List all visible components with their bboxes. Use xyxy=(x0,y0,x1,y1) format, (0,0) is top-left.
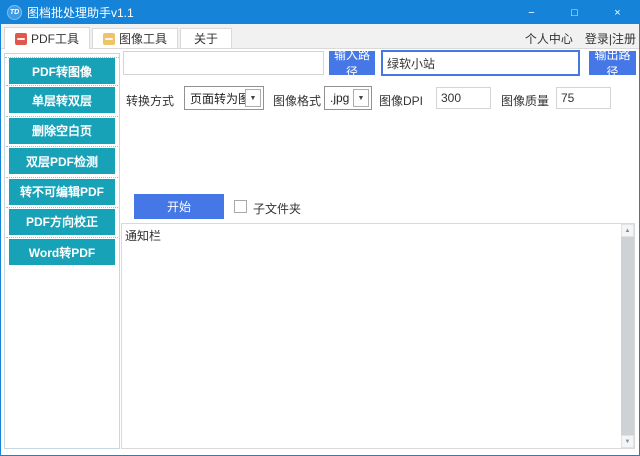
personal-center-link[interactable]: 个人中心 xyxy=(525,30,573,47)
chevron-down-icon: ▼ xyxy=(245,89,261,107)
window-title: 图档批处理助手v1.1 xyxy=(27,4,134,21)
sidebar-row: PDF方向校正 xyxy=(5,209,119,239)
sidebar-item-double-layer-pdf-detect[interactable]: 双层PDF检测 xyxy=(9,148,115,174)
login-register-link[interactable]: 登录|注册 xyxy=(585,30,636,47)
convert-mode-label: 转换方式 xyxy=(126,92,174,109)
sidebar-row: Word转PDF xyxy=(5,239,119,269)
tab-pdf-tools[interactable]: PDF工具 xyxy=(4,27,90,49)
window-controls: − □ × xyxy=(510,1,639,24)
sidebar-item-pdf-orientation-fix[interactable]: PDF方向校正 xyxy=(9,209,115,235)
image-format-select[interactable]: .jpg ▼ xyxy=(324,86,372,110)
output-path-field[interactable] xyxy=(381,50,580,76)
image-format-value: .jpg xyxy=(325,91,353,105)
sidebar-row: PDF转图像 xyxy=(5,57,119,87)
sidebar-item-pdf-to-image[interactable]: PDF转图像 xyxy=(9,58,115,84)
notification-area[interactable]: 通知栏 ▲ ▼ xyxy=(121,223,635,449)
sidebar-row: 双层PDF检测 xyxy=(5,148,119,178)
sidebar-item-single-to-double-layer[interactable]: 单层转双层 xyxy=(9,87,115,113)
image-dpi-field[interactable] xyxy=(436,87,491,109)
image-quality-field[interactable] xyxy=(556,87,611,109)
tab-label: PDF工具 xyxy=(31,30,79,47)
notification-text: 通知栏 xyxy=(125,227,161,244)
input-path-button[interactable]: 输入路径 xyxy=(329,51,375,75)
tab-image-tools[interactable]: 图像工具 xyxy=(92,28,178,48)
scroll-up-icon[interactable]: ▲ xyxy=(621,224,634,237)
image-format-label: 图像格式 xyxy=(273,92,321,109)
image-file-icon xyxy=(103,33,115,45)
vertical-scrollbar[interactable]: ▲ ▼ xyxy=(621,224,634,448)
chevron-down-icon: ▼ xyxy=(353,89,369,107)
account-links: 个人中心 登录|注册 xyxy=(525,28,636,48)
sidebar-row: 删除空白页 xyxy=(5,118,119,148)
sidebar-row: 转不可编辑PDF xyxy=(5,179,119,209)
subfolder-label: 子文件夹 xyxy=(253,200,301,217)
tab-label: 图像工具 xyxy=(119,30,167,47)
image-dpi-label: 图像DPI xyxy=(379,92,423,109)
convert-mode-select[interactable]: 页面转为图像 ▼ xyxy=(184,86,264,110)
tab-about[interactable]: 关于 xyxy=(180,28,232,48)
tab-bar: PDF工具 图像工具 关于 个人中心 登录|注册 xyxy=(1,24,639,49)
close-button[interactable]: × xyxy=(596,1,639,24)
image-quality-label: 图像质量 xyxy=(501,92,549,109)
input-path-field[interactable] xyxy=(123,51,324,75)
sidebar: PDF转图像 单层转双层 删除空白页 双层PDF检测 转不可编辑PDF PDF方… xyxy=(4,53,120,449)
subfolder-checkbox[interactable] xyxy=(234,200,247,213)
tab-label: 关于 xyxy=(194,30,218,47)
scroll-down-icon[interactable]: ▼ xyxy=(621,435,634,448)
pdf-file-icon xyxy=(15,33,27,45)
app-logo-icon: TD xyxy=(7,5,22,20)
sidebar-item-word-to-pdf[interactable]: Word转PDF xyxy=(9,239,115,265)
sidebar-item-delete-blank-pages[interactable]: 删除空白页 xyxy=(9,118,115,144)
sidebar-item-to-uneditable-pdf[interactable]: 转不可编辑PDF xyxy=(9,179,115,205)
convert-mode-value: 页面转为图像 xyxy=(185,90,245,107)
output-path-button[interactable]: 输出路径 xyxy=(589,51,636,75)
maximize-button[interactable]: □ xyxy=(553,1,596,24)
start-button[interactable]: 开始 xyxy=(134,194,224,219)
title-bar: TD 图档批处理助手v1.1 − □ × xyxy=(1,1,639,24)
app-window: TD 图档批处理助手v1.1 − □ × PDF工具 图像工具 关于 个人中心 … xyxy=(0,0,640,456)
sidebar-row: 单层转双层 xyxy=(5,87,119,117)
minimize-button[interactable]: − xyxy=(510,1,553,24)
